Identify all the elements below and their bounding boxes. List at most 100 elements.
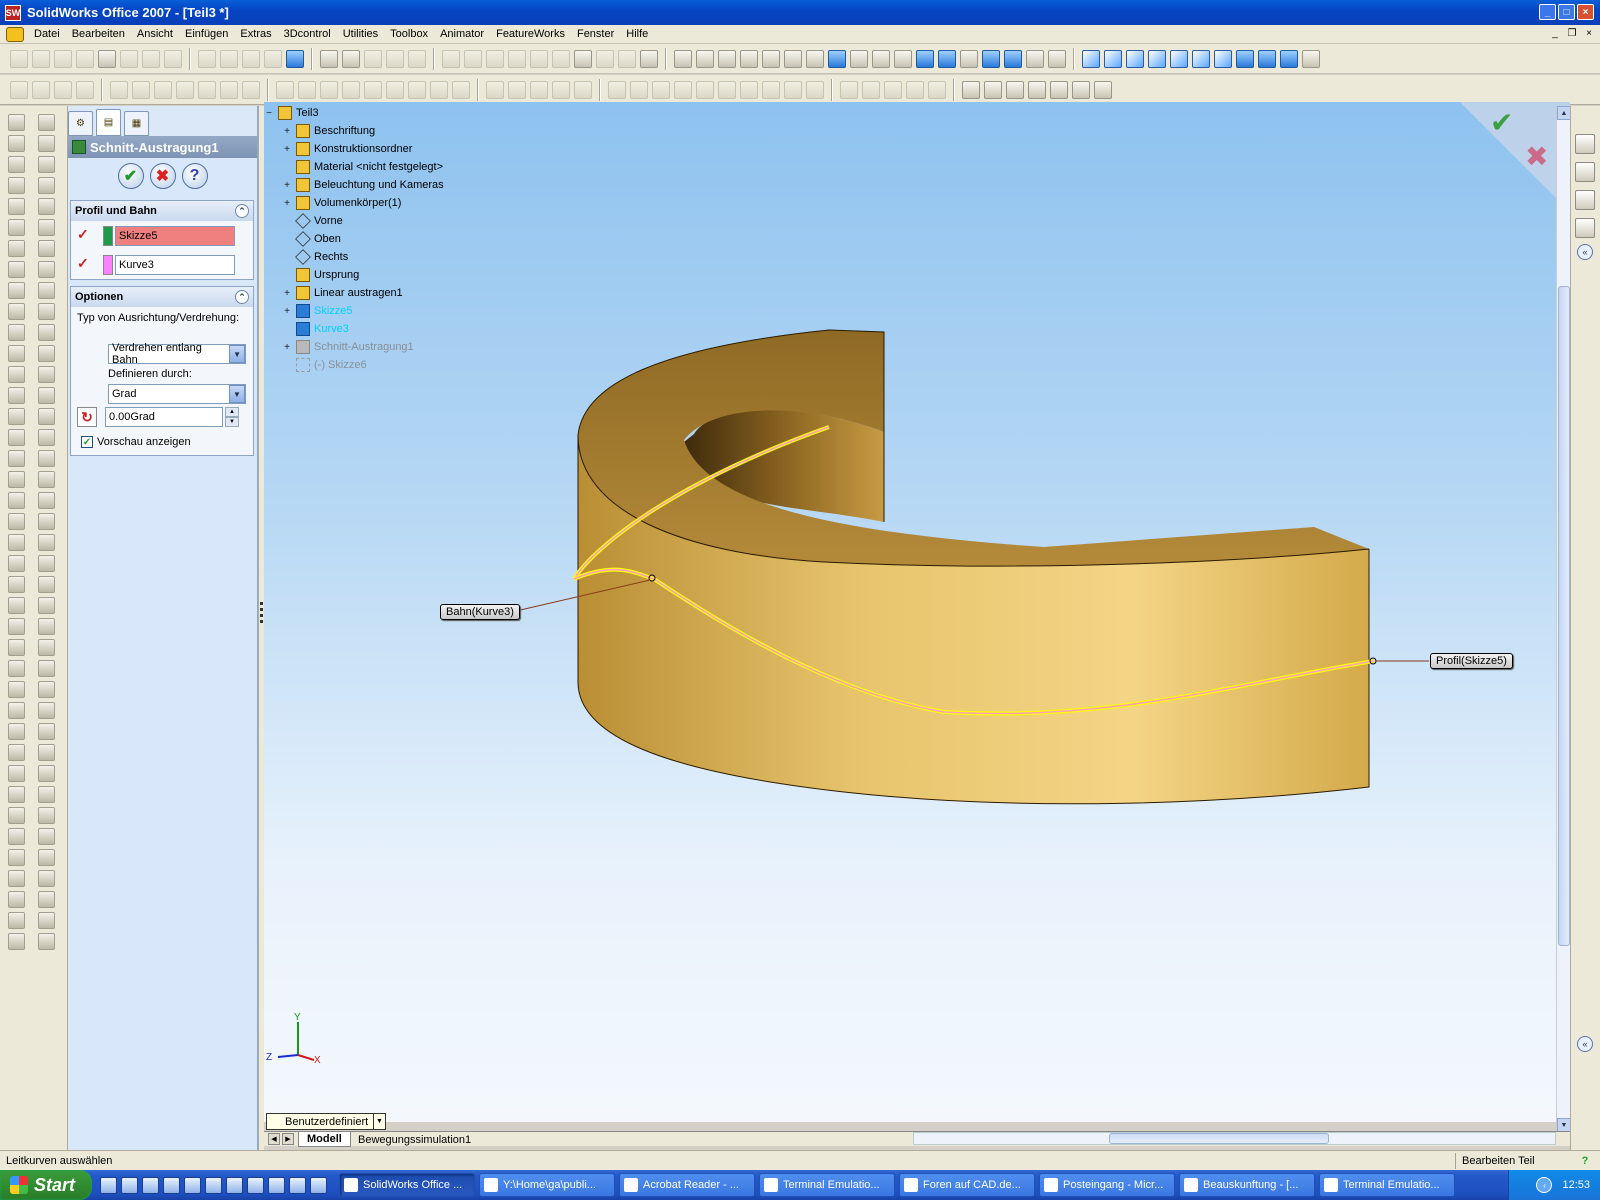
realview-icon[interactable] — [1004, 49, 1022, 68]
task-terminal-1[interactable]: Terminal Emulatio... — [759, 1173, 895, 1197]
task-outlook[interactable]: Posteingang - Micr... — [1039, 1173, 1175, 1197]
chevron-down-icon[interactable]: ▼ — [229, 385, 245, 403]
path-callout[interactable]: Bahn(Kurve3) — [440, 604, 520, 620]
trim-surface-icon[interactable] — [38, 723, 55, 740]
right-view-icon[interactable] — [1170, 49, 1188, 68]
rib-feature-icon[interactable] — [38, 366, 55, 383]
profile-callout[interactable]: Profil(Skizze5) — [1430, 653, 1513, 669]
stop-icon[interactable] — [862, 80, 880, 99]
untrim-surface-icon[interactable] — [38, 828, 55, 845]
rotate-icon[interactable] — [784, 49, 802, 68]
trimetric-view-icon[interactable] — [1258, 49, 1276, 68]
tree-item[interactable]: + Skizze5 — [282, 302, 353, 320]
linear-pattern-icon[interactable] — [486, 80, 504, 99]
smart-dimension-icon[interactable] — [32, 80, 50, 99]
menu-hilfe[interactable]: Hilfe — [620, 28, 654, 40]
close-button[interactable]: × — [1577, 4, 1594, 20]
menu-bearbeiten[interactable]: Bearbeiten — [66, 28, 131, 40]
graphics-area[interactable]: Y Z X ✔ ✖ − Teil3 + Beschriftung + Konstrukti… — [264, 102, 1570, 1122]
task-solidworks[interactable]: SolidWorks Office ... — [339, 1173, 475, 1197]
scale-entities-icon[interactable] — [8, 492, 25, 509]
ellipse-icon[interactable] — [8, 261, 25, 278]
solidworks-logo-icon[interactable] — [6, 26, 24, 42]
sketch-pattern-icon[interactable] — [574, 80, 592, 99]
zoom-to-fit-icon[interactable] — [696, 49, 714, 68]
splitter-grip-icon[interactable] — [260, 602, 263, 624]
routing-icon[interactable] — [8, 912, 25, 929]
new-icon[interactable] — [10, 49, 28, 68]
dome-icon[interactable] — [386, 80, 404, 99]
scroll-up-icon[interactable]: ▲ — [1557, 106, 1571, 120]
fillet-sketch-icon[interactable] — [8, 303, 25, 320]
move-face-icon[interactable] — [38, 597, 55, 614]
centerline-icon[interactable] — [8, 555, 25, 572]
tray-expand-icon[interactable]: ‹ — [1536, 1177, 1553, 1193]
mirror-sketch-icon[interactable] — [8, 429, 25, 446]
vertical-scrollbar[interactable]: ▲ ▼ — [1556, 106, 1571, 1132]
indent-icon[interactable] — [38, 534, 55, 551]
back-view-icon[interactable] — [1126, 49, 1144, 68]
profile-and-path-header[interactable]: Profil und Bahn ⌃ — [71, 201, 253, 221]
sketch-block-icon[interactable] — [8, 849, 25, 866]
confirm-check-icon[interactable]: ✔ — [1490, 106, 1513, 139]
sweep-tool-icon[interactable] — [8, 282, 25, 299]
appearance-icon[interactable] — [1048, 49, 1066, 68]
extrude-cut-icon[interactable] — [198, 80, 216, 99]
shaded-icon[interactable] — [938, 49, 956, 68]
menu-utilities[interactable]: Utilities — [337, 28, 384, 40]
ie-icon[interactable] — [100, 1176, 117, 1194]
cut-loft-icon[interactable] — [38, 261, 55, 278]
loft-icon[interactable] — [38, 177, 55, 194]
expand-icon[interactable]: + — [282, 126, 292, 137]
solidworks-icon[interactable] — [289, 1176, 306, 1194]
planar-surface-icon[interactable] — [762, 80, 780, 99]
messenger-icon[interactable] — [163, 1176, 180, 1194]
menu-datei[interactable]: Datei — [28, 28, 66, 40]
circle-icon[interactable] — [8, 177, 25, 194]
offset-surface-icon[interactable] — [784, 80, 802, 99]
whats-this-icon[interactable] — [1094, 80, 1112, 99]
menu-fenster[interactable]: Fenster — [571, 28, 620, 40]
expand-icon[interactable]: + — [282, 180, 292, 191]
options-header[interactable]: Optionen ⌃ — [71, 287, 253, 307]
word-icon[interactable] — [247, 1176, 264, 1194]
task-beauskunftung[interactable]: Beauskunftung - [... — [1179, 1173, 1315, 1197]
tab-modell[interactable]: Modell — [298, 1132, 351, 1147]
tab-scroll-right-icon[interactable]: ▶ — [282, 1133, 294, 1145]
polygon-icon[interactable] — [8, 219, 25, 236]
geometry-analysis-icon[interactable] — [552, 49, 570, 68]
ground-icon[interactable] — [1050, 80, 1068, 99]
info-icon[interactable] — [142, 1176, 159, 1194]
cut-sweep-icon[interactable] — [38, 240, 55, 257]
save-all-icon[interactable] — [98, 49, 116, 68]
menu-toolbox[interactable]: Toolbox — [384, 28, 434, 40]
dimetric-view-icon[interactable] — [1280, 49, 1298, 68]
ok-button[interactable]: ✔ — [117, 163, 144, 189]
task-explorer[interactable]: Y:\Home\ga\publi... — [479, 1173, 615, 1197]
profile-selection-field[interactable]: Skizze5 — [115, 225, 235, 246]
deform-icon[interactable] — [38, 513, 55, 530]
doc-minimize-button[interactable]: _ — [1548, 27, 1562, 40]
tree-item[interactable]: + Beschriftung — [282, 122, 375, 140]
copy-icon[interactable] — [164, 49, 182, 68]
jog-line-icon[interactable] — [8, 702, 25, 719]
boundary-surface-icon[interactable] — [740, 80, 758, 99]
section-properties-icon[interactable] — [508, 49, 526, 68]
fillet-feature-icon[interactable] — [38, 282, 55, 299]
scale-icon[interactable] — [38, 912, 55, 929]
split-icon[interactable] — [38, 576, 55, 593]
move-entities-icon[interactable] — [8, 450, 25, 467]
surface-loft-icon[interactable] — [718, 80, 736, 99]
dome-feature-icon[interactable] — [38, 450, 55, 467]
magnet-icon[interactable] — [8, 933, 25, 950]
face-curves-icon[interactable] — [8, 660, 25, 677]
tree-item[interactable]: (-) Skizze6 — [282, 356, 367, 374]
delete-icon[interactable] — [220, 49, 238, 68]
file-explorer-icon[interactable] — [1575, 190, 1595, 210]
help-icon[interactable] — [640, 49, 658, 68]
select-filter-icon[interactable] — [342, 49, 360, 68]
task-acrobat[interactable]: Acrobat Reader - ... — [619, 1173, 755, 1197]
check-icon[interactable] — [530, 49, 548, 68]
sketch-icon[interactable] — [364, 49, 382, 68]
wrap-icon[interactable] — [430, 80, 448, 99]
